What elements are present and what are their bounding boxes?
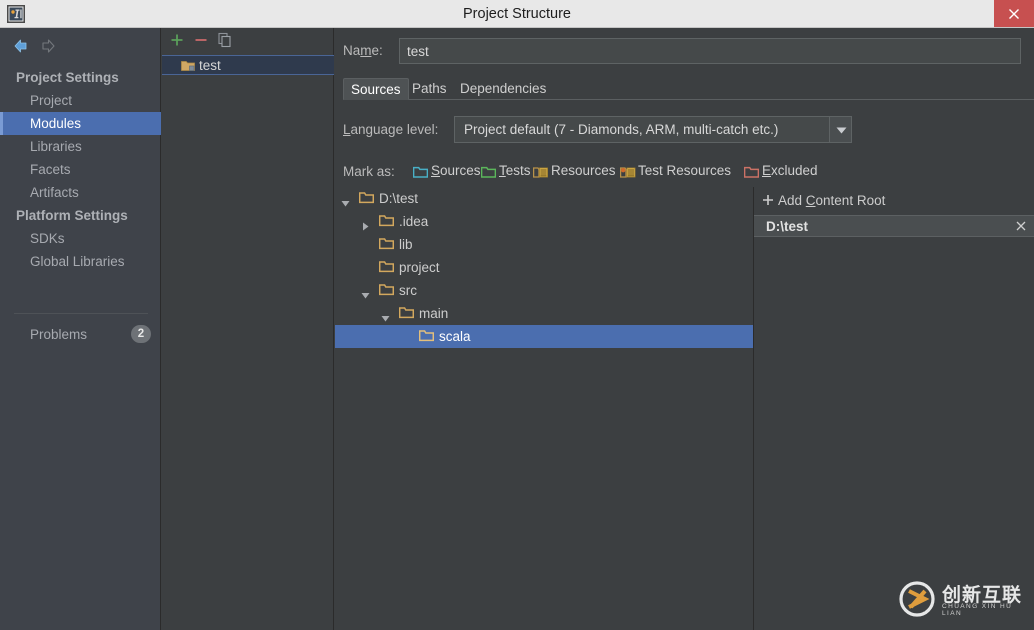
module-list-item-test[interactable]: test [162, 55, 334, 75]
sidebar-group-project-settings: Project Settings [16, 70, 119, 85]
tree-row[interactable]: scala [335, 325, 753, 348]
content-root-item[interactable]: D:\test [754, 215, 1034, 237]
sources-folder-icon [412, 165, 429, 183]
chevron-down-icon[interactable] [361, 287, 370, 299]
sidebar-item-project[interactable]: Project [0, 89, 161, 112]
title-bar: Project Structure [0, 0, 1034, 28]
add-content-root-button[interactable]: Add Content Root [754, 187, 1034, 215]
tree-row[interactable]: src [335, 279, 753, 302]
forward-arrow-icon[interactable] [39, 38, 57, 54]
tree-row[interactable]: lib [335, 233, 753, 256]
remove-module-button[interactable] [193, 32, 213, 50]
watermark-pinyin-text: CHUANG XIN HU LIAN [942, 603, 1013, 617]
module-list-panel: test [162, 28, 334, 630]
copy-module-button[interactable] [217, 32, 237, 50]
chevron-down-icon[interactable] [829, 116, 852, 143]
window-title: Project Structure [463, 6, 571, 22]
tree-row[interactable]: project [335, 256, 753, 279]
chevron-down-icon[interactable] [381, 310, 390, 322]
watermark-logo: 创新互联 CHUANG XIN HU LIAN [896, 578, 1028, 620]
mark-as-resources-label: Resources [551, 163, 616, 178]
language-level-row: Language level: Project default (7 - Dia… [335, 116, 1034, 146]
sidebar-item-sdks[interactable]: SDKs [0, 227, 161, 250]
tree-row[interactable]: D:\test [335, 187, 753, 210]
language-level-value: Project default (7 - Diamonds, ARM, mult… [464, 122, 779, 137]
navigation-arrows [8, 34, 78, 58]
module-tabs: Sources Paths Dependencies [343, 78, 1034, 100]
mark-as-row: Mark as: Sources Tests Resources Test Re… [335, 161, 1034, 183]
language-level-combobox[interactable]: Project default (7 - Diamonds, ARM, mult… [454, 116, 852, 143]
folder-icon [378, 260, 395, 278]
tab-dependencies[interactable]: Dependencies [453, 78, 553, 100]
mark-as-sources-label: Sources [431, 163, 481, 178]
plus-icon [762, 193, 774, 211]
module-name-label: Name: [343, 43, 383, 58]
sidebar-item-modules[interactable]: Modules [0, 112, 161, 135]
back-arrow-icon[interactable] [12, 38, 30, 54]
mark-as-label: Mark as: [343, 164, 395, 179]
cx-logo-icon [899, 581, 935, 617]
tests-folder-icon [480, 165, 497, 183]
folder-icon [378, 283, 395, 301]
module-toolbar [162, 28, 334, 54]
folder-icon [418, 329, 435, 347]
tree-row-label: .idea [399, 214, 429, 229]
window-close-button[interactable] [994, 0, 1034, 27]
folder-icon [398, 306, 415, 324]
tree-row-label: scala [439, 329, 471, 344]
chevron-right-icon[interactable] [361, 218, 370, 231]
module-folder-icon [181, 59, 195, 77]
chevron-down-icon[interactable] [341, 195, 350, 207]
module-editor-panel: Name: Sources Paths Dependencies Languag… [335, 28, 1034, 630]
sidebar-group-platform-settings: Platform Settings [16, 208, 128, 223]
add-content-root-label: Add Content Root [778, 193, 886, 208]
tree-row-label: main [419, 306, 449, 321]
language-level-label: Language level: [343, 122, 439, 137]
add-module-button[interactable] [169, 32, 189, 50]
mark-as-tests-label: Tests [499, 163, 531, 178]
tab-sources[interactable]: Sources [343, 78, 409, 100]
tree-row-label: D:\test [379, 191, 419, 206]
mark-as-test-resources-label: Test Resources [638, 163, 732, 178]
test-resources-folder-icon [619, 165, 636, 183]
remove-content-root-icon[interactable] [1014, 219, 1028, 233]
tree-row-label: project [399, 260, 440, 275]
tree-row[interactable]: .idea [335, 210, 753, 233]
tab-paths[interactable]: Paths [405, 78, 454, 100]
folder-icon [378, 237, 395, 255]
folder-icon [358, 191, 375, 209]
module-name-input[interactable] [399, 38, 1021, 64]
tree-row[interactable]: main [335, 302, 753, 325]
settings-sidebar: Project Settings Project Modules Librari… [0, 28, 161, 630]
sidebar-item-facets[interactable]: Facets [0, 158, 161, 181]
excluded-folder-icon [743, 165, 760, 183]
problems-count-badge: 2 [131, 325, 151, 343]
module-name-row: Name: [335, 38, 1034, 68]
content-root-path: D:\test [766, 219, 809, 234]
mark-as-excluded-label: Excluded [762, 163, 818, 178]
resources-folder-icon [532, 165, 548, 183]
sidebar-item-libraries[interactable]: Libraries [0, 135, 161, 158]
sidebar-item-artifacts[interactable]: Artifacts [0, 181, 161, 204]
project-structure-dialog: Project Structure Project Settings Proje… [0, 0, 1034, 630]
content-roots-panel: Add Content Root D:\test [753, 187, 1034, 630]
sidebar-divider [14, 313, 148, 314]
folder-icon [378, 214, 395, 232]
content-root-tree: D:\test .idea lib project src main scala [335, 187, 753, 630]
tree-row-label: lib [399, 237, 413, 252]
module-list-item-label: test [199, 58, 221, 73]
tree-row-label: src [399, 283, 417, 298]
sidebar-item-global-libraries[interactable]: Global Libraries [0, 250, 161, 273]
